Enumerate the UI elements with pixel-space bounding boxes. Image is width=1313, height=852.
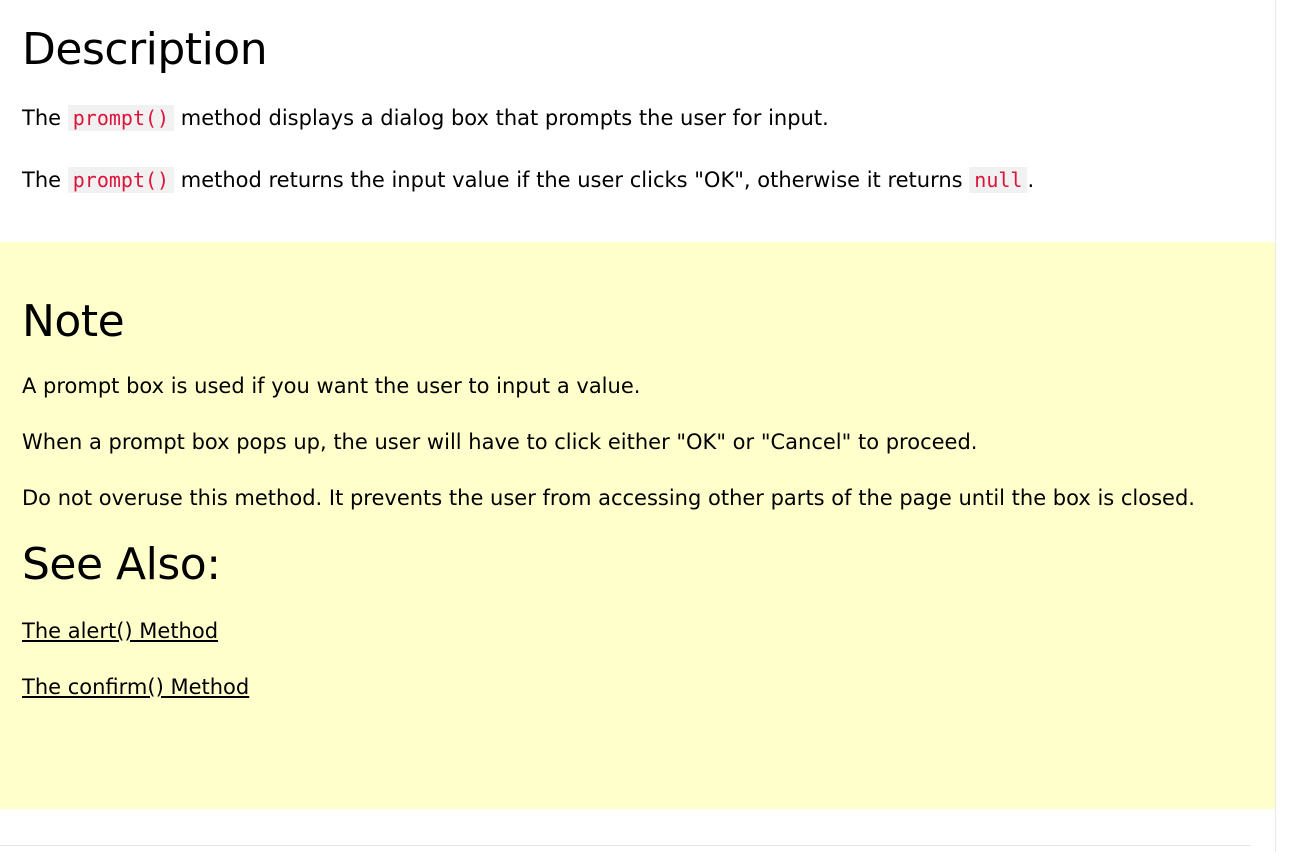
alert-method-link[interactable]: The alert() Method [22, 619, 218, 643]
description-heading: Description [22, 24, 268, 75]
inline-code-null: null [969, 167, 1028, 193]
description-paragraph-2: The prompt() method returns the input va… [22, 164, 1253, 197]
note-paragraph-3: Do not overuse this method. It prevents … [22, 486, 1195, 510]
see-also-item-confirm: The confirm() Method [22, 671, 1253, 704]
text: method displays a dialog box that prompt… [174, 106, 829, 130]
see-also-heading: See Also: [22, 539, 221, 590]
text: The [22, 106, 68, 130]
see-also-item-alert: The alert() Method [22, 615, 1253, 648]
divider [0, 845, 1251, 846]
text: method returns the input value if the us… [174, 168, 970, 192]
confirm-method-link[interactable]: The confirm() Method [22, 675, 249, 699]
note-paragraph-2: When a prompt box pops up, the user will… [22, 430, 978, 454]
description-paragraph-1: The prompt() method displays a dialog bo… [22, 102, 1253, 135]
inline-code-prompt: prompt() [67, 105, 175, 131]
scrollbar-track[interactable] [1275, 0, 1276, 852]
page: Description The prompt() method displays… [0, 0, 1275, 852]
inline-code-prompt: prompt() [67, 167, 175, 193]
note-box: Note A prompt box is used if you want th… [0, 242, 1275, 809]
text: The [22, 168, 68, 192]
description-section: Description The prompt() method displays… [0, 0, 1275, 220]
note-heading: Note [22, 296, 125, 347]
note-paragraph-1: A prompt box is used if you want the use… [22, 374, 641, 398]
text: . [1027, 168, 1035, 192]
